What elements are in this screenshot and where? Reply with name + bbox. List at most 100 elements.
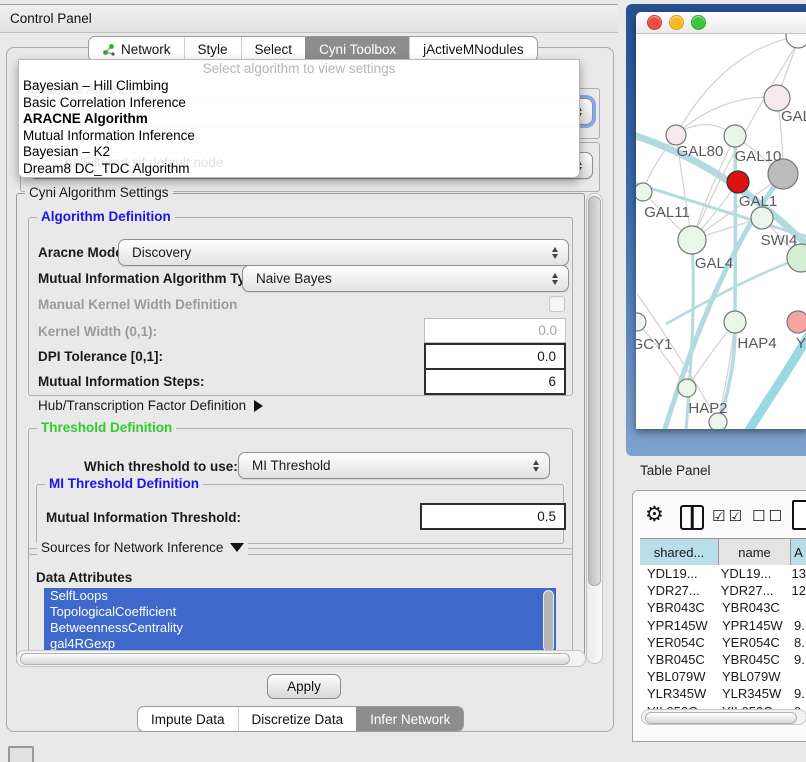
network-labels: GAL GAL80 GAL10 GAL11 GAL1 SWI4 GAL4 GCY… [636,108,806,417]
cell: YBR045C [640,652,718,667]
dpi-tolerance-field[interactable]: 0.0 [424,343,566,370]
combo-arrows-icon [552,247,558,259]
mi-algorithm-type-label: Mutual Information Algorithm Type: [38,271,265,286]
cell: 12 [788,583,806,598]
cell: YBR043C [718,600,790,615]
column-header-name[interactable]: name [719,538,791,566]
table-row[interactable]: YPR145W YPR145W 9. [640,617,806,634]
tab-select[interactable]: Select [241,37,306,61]
node-gal4[interactable] [678,226,706,254]
table-horizontal-scrollbar[interactable] [641,709,806,725]
table-row[interactable]: YDL19... YDL19... 13 [640,565,806,582]
kernel-width-field[interactable]: 0.0 [424,318,566,343]
node-label: GAL4 [695,255,733,272]
close-traffic-light[interactable] [647,15,662,30]
scrollbar-thumb[interactable] [20,653,570,665]
columns-icon[interactable] [680,505,704,530]
mi-steps-value: 6 [548,374,556,389]
new-table-icon[interactable] [792,500,806,530]
apply-label: Apply [287,679,321,694]
node-partial-top[interactable] [786,34,806,48]
mi-threshold-group-title: MI Threshold Definition [45,476,203,491]
column-header-partial[interactable]: A [791,538,806,566]
sources-toggle[interactable]: Sources for Network Inference [37,540,248,555]
tab-jactivemnodules[interactable]: jActiveMNodules [409,37,537,61]
cell: YDL19... [640,566,717,581]
table-body: YDL19... YDL19... 13 YDR27... YDR27... 1… [640,565,806,710]
table-row[interactable]: YDR27... YDR27... 12 [640,582,806,599]
node-gal80[interactable] [666,125,686,145]
tab-network[interactable]: Network [89,37,184,61]
node-gal10[interactable] [724,125,746,147]
which-threshold-combo[interactable]: MI Threshold [238,452,550,479]
network-canvas[interactable]: GAL GAL80 GAL10 GAL11 GAL1 SWI4 GAL4 GCY… [636,34,806,429]
table-row[interactable]: YER054C YER054C 8. [640,634,806,651]
column-header-shared-name[interactable]: shared... [640,538,719,566]
cell: YER054C [718,635,790,650]
dropdown-item-dream8[interactable]: Dream8 DC_TDC Algorithm [19,161,579,178]
node-selected-red[interactable] [727,171,749,193]
tab-impute-data[interactable]: Impute Data [138,707,238,731]
mi-algorithm-type-value: Naive Bayes [256,271,332,286]
tab-discretize-data[interactable]: Discretize Data [238,707,357,731]
select-all-columns-icon[interactable]: ☑☑ [712,507,745,525]
algorithm-definition-title: Algorithm Definition [37,209,175,224]
gear-icon[interactable]: ⚙ [645,502,664,526]
node-hap2[interactable] [678,379,696,397]
minimized-panel-icon[interactable] [8,746,34,762]
scrollbar-thumb[interactable] [588,196,601,586]
scrollbar-thumb[interactable] [544,591,553,651]
node-gal11[interactable] [636,183,652,201]
tab-cyni-toolbox[interactable]: Cyni Toolbox [305,37,409,61]
hub-section-toggle[interactable]: Hub/Transcription Factor Definition [38,398,263,413]
cell: 13 [788,566,806,581]
cell: YBL079W [718,669,790,684]
node-salmon[interactable] [787,311,806,333]
table-row[interactable]: YBR043C YBR043C [640,599,806,616]
manual-kernel-checkbox[interactable] [549,296,565,312]
mi-steps-field[interactable]: 6 [424,368,566,395]
deselect-all-columns-icon[interactable]: ☐☐ [752,507,785,525]
node-hap4[interactable] [724,311,746,333]
dropdown-item-bayesian-hill-climbing[interactable]: Bayesian – Hill Climbing [19,78,579,95]
node-gcy1[interactable] [636,313,646,331]
zoom-traffic-light[interactable] [691,15,706,30]
settings-vertical-scrollbar[interactable] [586,193,603,664]
dropdown-item-mutual-information[interactable]: Mutual Information Inference [19,128,579,145]
cell: YPR145W [718,618,790,633]
tab-label: Discretize Data [252,712,344,727]
attribute-betweennesscentrality[interactable]: BetweennessCentrality [44,620,556,636]
dropdown-item-aracne[interactable]: ARACNE Algorithm [19,111,579,128]
cell: YDL19... [717,566,788,581]
kernel-width-value: 0.0 [538,323,557,338]
node-label: Y [796,335,806,352]
node-gal1[interactable] [751,207,773,229]
aracne-mode-combo[interactable]: Discovery [118,239,569,266]
attribute-topologicalcoefficient[interactable]: TopologicalCoefficient [44,604,556,620]
cell: YLR345W [640,686,718,701]
attributes-scrollbar[interactable] [543,590,554,652]
mi-threshold-field[interactable]: 0.5 [420,503,566,530]
table-row[interactable]: YBL079W YBL079W [640,668,806,685]
cell: YBL079W [640,669,718,684]
which-threshold-label: Which threshold to use: [84,459,238,474]
tab-style[interactable]: Style [184,37,241,61]
dpi-tolerance-label: DPI Tolerance [0,1]: [38,349,163,364]
attribute-selfloops[interactable]: SelfLoops [44,588,556,604]
sources-title: Sources for Network Inference [41,540,223,555]
network-window-titlebar [636,12,806,34]
dpi-tolerance-value: 0.0 [537,349,556,364]
settings-horizontal-scrollbar[interactable] [16,650,586,667]
table-row[interactable]: YLR345W YLR345W 9. [640,685,806,702]
node-label: GAL [781,108,806,125]
scrollbar-thumb[interactable] [645,712,797,724]
mi-algorithm-type-combo[interactable]: Naive Bayes [242,265,569,292]
minimize-traffic-light[interactable] [669,15,684,30]
table-row[interactable]: YBR045C YBR045C 9. [640,651,806,668]
tab-label: Impute Data [151,712,225,727]
node-label: GAL80 [677,143,724,160]
apply-button[interactable]: Apply [267,674,341,699]
tab-infer-network[interactable]: Infer Network [356,707,463,731]
dropdown-item-basic-correlation[interactable]: Basic Correlation Inference [19,95,579,112]
dropdown-item-bayesian-k2[interactable]: Bayesian – K2 [19,144,579,161]
